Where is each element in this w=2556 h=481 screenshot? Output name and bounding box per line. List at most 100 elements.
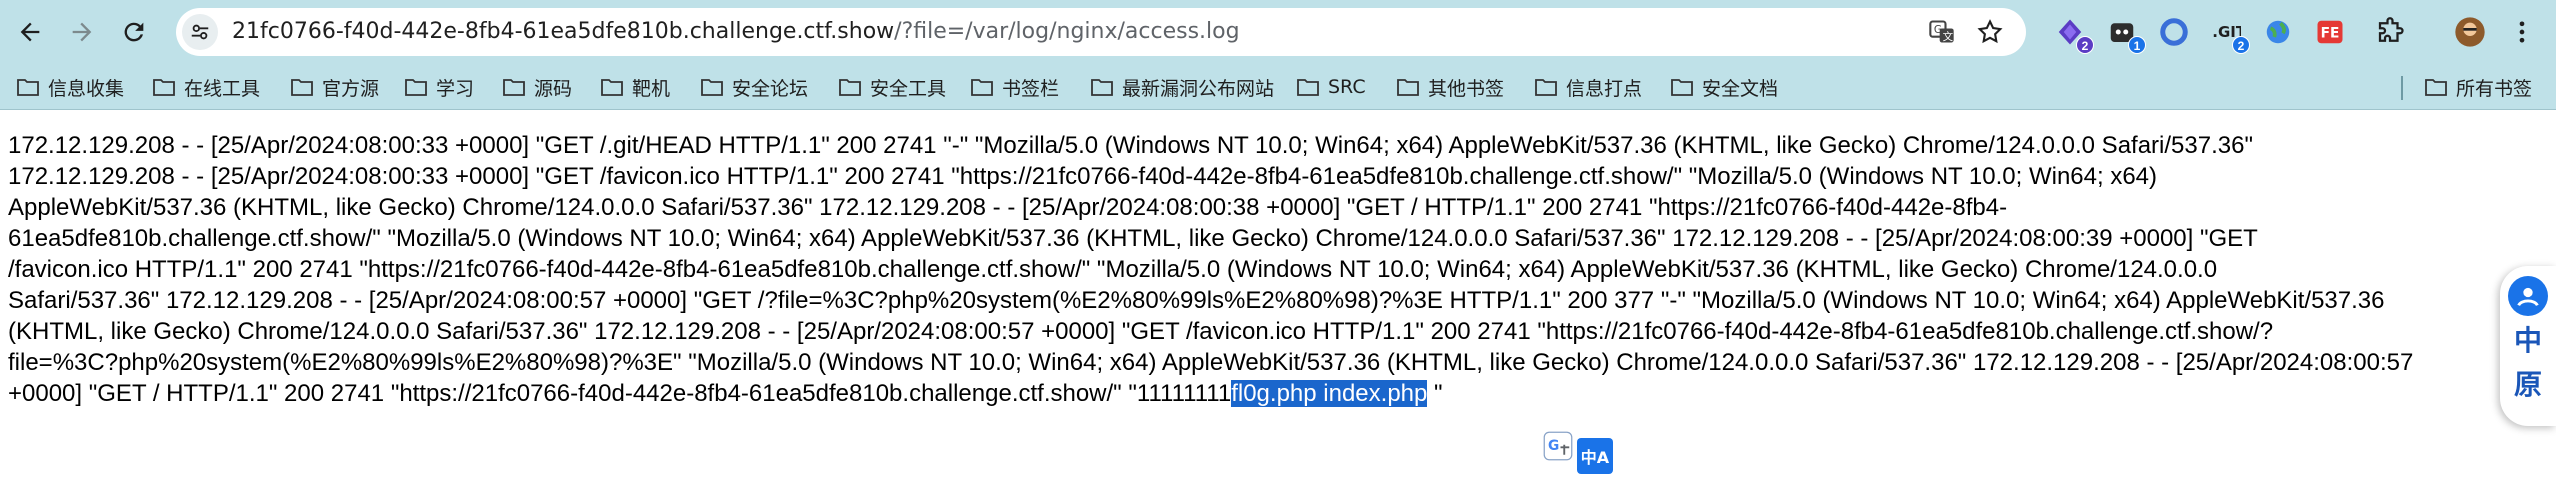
bookmark-folder[interactable]: 安全论坛 — [700, 72, 808, 102]
log-line-last: +0000] "GET / HTTP/1.1" 200 2741 "https:… — [8, 378, 2508, 409]
extension-badge: 1 — [2128, 36, 2146, 54]
translate-page-icon[interactable]: G 文 — [1928, 18, 1956, 46]
log-line: Safari/537.36" 172.12.129.208 - - [25/Ap… — [8, 287, 2385, 314]
forward-arrow-icon — [72, 22, 92, 42]
site-info-button[interactable] — [182, 14, 218, 50]
folder-icon — [1297, 79, 1319, 96]
folder-icon — [601, 79, 623, 96]
folder-icon — [2425, 79, 2447, 96]
bookmark-folder[interactable]: 其他书签 — [1396, 72, 1504, 102]
browser-toolbar: 21fc0766-f40d-442e-8fb4-61ea5dfe810b.cha… — [0, 0, 2556, 64]
extension-robot[interactable]: 1 — [2104, 14, 2146, 54]
log-text: +0000] "GET / HTTP/1.1" 200 2741 "https:… — [8, 380, 1232, 407]
bookmark-label: 源码 — [534, 77, 573, 100]
google-translate-icon[interactable]: G — [1543, 431, 1573, 461]
bookmark-folder[interactable]: 官方源 — [290, 72, 379, 102]
puzzle-icon — [2378, 17, 2404, 42]
forward-button[interactable] — [64, 14, 100, 50]
side-translate-widget[interactable]: 中 原 — [2500, 266, 2556, 426]
bookmark-folder[interactable]: 最新漏洞公布网站 — [1090, 72, 1274, 102]
svg-text:G: G — [1548, 438, 1559, 454]
log-text: " — [1427, 380, 1443, 407]
extension-globe[interactable] — [2260, 14, 2296, 50]
bookmark-folder[interactable]: 安全工具 — [838, 72, 946, 102]
folder-icon — [701, 79, 723, 96]
browser-menu-button[interactable] — [2504, 14, 2540, 50]
folder-icon — [1397, 79, 1419, 96]
svg-text:FE: FE — [2321, 26, 2340, 42]
person-arc-icon — [2517, 287, 2539, 307]
log-line: 61ea5dfe810b.challenge.ctf.show/" "Mozil… — [8, 225, 2258, 252]
bookmark-folder[interactable]: SRC — [1296, 72, 1366, 102]
bookmark-folder[interactable]: 源码 — [502, 72, 572, 102]
folder-icon — [1535, 79, 1557, 96]
address-bar[interactable]: 21fc0766-f40d-442e-8fb4-61ea5dfe810b.cha… — [176, 8, 2026, 56]
bookmark-label: 最新漏洞公布网站 — [1122, 77, 1275, 100]
reload-button[interactable] — [116, 14, 152, 50]
reload-icon — [124, 22, 144, 42]
avatar-icon — [2455, 17, 2485, 47]
bookmark-folder[interactable]: 靶机 — [600, 72, 670, 102]
log-line: 172.12.129.208 - - [25/Apr/2024:08:00:33… — [8, 163, 2158, 190]
bookmark-label: 信息收集 — [48, 77, 125, 100]
bookmark-label: 官方源 — [322, 77, 380, 100]
all-bookmarks-folder[interactable]: 所有书签 — [2424, 72, 2532, 102]
tune-icon — [191, 24, 209, 40]
folder-icon — [971, 79, 993, 96]
folder-icon — [503, 79, 525, 96]
profile-avatar[interactable] — [2452, 14, 2488, 50]
url-path: /?file=/var/log/nginx/access.log — [894, 19, 1240, 44]
extension-blue-ring[interactable] — [2156, 14, 2192, 50]
side-char-yuan[interactable]: 原 — [2514, 366, 2542, 404]
log-line: /favicon.ico HTTP/1.1" 200 2741 "https:/… — [8, 256, 2218, 283]
bookmarks-separator — [2401, 76, 2403, 100]
bookmark-label: 信息打点 — [1566, 77, 1643, 100]
bookmark-star-icon[interactable] — [1976, 18, 2004, 46]
globe-icon — [2266, 20, 2290, 44]
folder-icon — [405, 79, 427, 96]
log-content: 172.12.129.208 - - [25/Apr/2024:08:00:33… — [8, 130, 2508, 409]
side-char-zhong[interactable]: 中 — [2514, 322, 2542, 360]
folder-icon — [1091, 79, 1113, 96]
more-vertical-icon — [2519, 21, 2525, 43]
extension-git[interactable]: .GIT 2 — [2208, 14, 2250, 54]
bookmark-folder[interactable]: 安全文档 — [1670, 72, 1778, 102]
extension-badge: 2 — [2232, 36, 2250, 54]
url-text[interactable]: 21fc0766-f40d-442e-8fb4-61ea5dfe810b.cha… — [232, 8, 1240, 56]
url-host: 21fc0766-f40d-442e-8fb4-61ea5dfe810b.cha… — [232, 19, 895, 44]
bookmark-label: 靶机 — [632, 77, 671, 100]
bookmark-label: 安全工具 — [870, 77, 947, 100]
translate-button[interactable]: 中A — [1577, 438, 1613, 474]
back-arrow-icon — [20, 22, 40, 42]
folder-icon — [153, 79, 175, 96]
folder-icon — [839, 79, 861, 96]
bookmark-folder[interactable]: 信息打点 — [1534, 72, 1642, 102]
log-line: 172.12.129.208 - - [25/Apr/2024:08:00:33… — [8, 132, 2253, 159]
bookmark-label: 书签栏 — [1002, 77, 1060, 100]
svg-text:文: 文 — [1943, 30, 1954, 43]
folder-icon — [17, 79, 39, 96]
bookmark-folder[interactable]: 在线工具 — [152, 72, 260, 102]
bookmark-folder[interactable]: 信息收集 — [16, 72, 124, 102]
bookmarks-bar: 信息收集 在线工具 官方源 学习 源码 靶机 安全论坛 安全工具 书签栏 最新漏… — [0, 64, 2556, 110]
bookmark-label: 在线工具 — [184, 77, 261, 100]
bookmark-folder[interactable]: 学习 — [404, 72, 474, 102]
bookmark-label: SRC — [1328, 76, 1366, 98]
folder-icon — [1671, 79, 1693, 96]
extension-purple-diamond[interactable]: 2 — [2052, 14, 2094, 54]
log-line: (KHTML, like Gecko) Chrome/124.0.0.0 Saf… — [8, 318, 2274, 345]
bookmark-label: 所有书签 — [2456, 77, 2533, 100]
bookmark-label: 学习 — [436, 77, 475, 100]
fe-icon: FE — [2317, 20, 2343, 44]
extensions-menu-button[interactable] — [2372, 14, 2408, 50]
bookmark-folder[interactable]: 书签栏 — [970, 72, 1059, 102]
blue-ring-icon — [2160, 18, 2188, 46]
log-line: AppleWebKit/537.36 (KHTML, like Gecko) C… — [8, 194, 2008, 221]
extension-fe[interactable]: FE — [2312, 14, 2348, 50]
translate-logo-icon[interactable] — [2508, 276, 2548, 316]
back-button[interactable] — [12, 14, 48, 50]
translate-selection-popup[interactable]: G 中A — [1543, 418, 1613, 474]
selected-text[interactable]: fl0g.php index.php — [1231, 380, 1428, 407]
bookmark-label: 安全文档 — [1702, 77, 1779, 100]
bookmark-label: 其他书签 — [1428, 77, 1505, 100]
